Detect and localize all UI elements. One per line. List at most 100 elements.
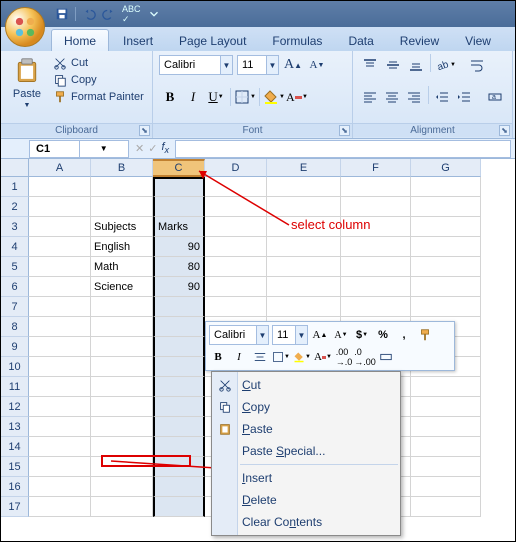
cell-A15[interactable] (29, 457, 91, 477)
col-header-D[interactable]: D (205, 159, 267, 177)
cell-G16[interactable] (411, 477, 481, 497)
align-left-button[interactable] (359, 86, 380, 108)
italic-button[interactable]: I (182, 86, 204, 108)
font-name-input[interactable] (160, 56, 220, 74)
cell-E5[interactable] (267, 257, 341, 277)
cell-C14[interactable] (153, 437, 205, 457)
tab-review[interactable]: Review (388, 30, 451, 51)
merge-center-button[interactable]: a (485, 86, 506, 108)
mini-italic[interactable]: I (230, 348, 248, 366)
row-header-4[interactable]: 4 (1, 237, 29, 257)
cell-B2[interactable] (91, 197, 153, 217)
row-header-13[interactable]: 13 (1, 417, 29, 437)
cell-B4[interactable]: English (91, 237, 153, 257)
col-header-E[interactable]: E (267, 159, 341, 177)
wrap-text-button[interactable] (466, 54, 488, 76)
cell-F4[interactable] (341, 237, 411, 257)
mini-font-color[interactable]: A▼ (314, 348, 332, 366)
mini-borders[interactable]: ▼ (272, 348, 290, 366)
cell-A1[interactable] (29, 177, 91, 197)
cell-G14[interactable] (411, 437, 481, 457)
cell-C4[interactable]: 90 (153, 237, 205, 257)
cell-B10[interactable] (91, 357, 153, 377)
cell-C13[interactable] (153, 417, 205, 437)
cut-button[interactable]: Cut (53, 56, 144, 70)
cell-B14[interactable] (91, 437, 153, 457)
mini-decrease-decimal[interactable]: .00→.0 (335, 348, 353, 366)
cell-D6[interactable] (205, 277, 267, 297)
mini-shrink-font[interactable]: A▼ (332, 326, 350, 344)
cell-C9[interactable] (153, 337, 205, 357)
col-header-B[interactable]: B (91, 159, 153, 177)
mini-align-center[interactable] (251, 348, 269, 366)
cell-B8[interactable] (91, 317, 153, 337)
borders-button[interactable]: ▼ (234, 86, 256, 108)
font-name-combo[interactable]: ▼ (159, 55, 233, 75)
chevron-down-icon[interactable]: ▼ (220, 56, 232, 74)
ctx-copy[interactable]: Copy (212, 396, 400, 418)
cell-A7[interactable] (29, 297, 91, 317)
row-header-11[interactable]: 11 (1, 377, 29, 397)
col-header-F[interactable]: F (341, 159, 411, 177)
cell-C11[interactable] (153, 377, 205, 397)
ctx-insert[interactable]: Insert (212, 467, 400, 489)
cell-A2[interactable] (29, 197, 91, 217)
cell-B17[interactable] (91, 497, 153, 517)
row-header-12[interactable]: 12 (1, 397, 29, 417)
cell-F5[interactable] (341, 257, 411, 277)
cell-A17[interactable] (29, 497, 91, 517)
mini-merge[interactable] (377, 348, 395, 366)
cell-F2[interactable] (341, 197, 411, 217)
cell-C15[interactable] (153, 457, 205, 477)
mini-size-combo[interactable]: ▼ (272, 325, 308, 345)
cell-E4[interactable] (267, 237, 341, 257)
mini-bold[interactable]: B (209, 348, 227, 366)
font-dialog-launcher[interactable]: ⬊ (339, 125, 350, 136)
row-header-1[interactable]: 1 (1, 177, 29, 197)
cell-A16[interactable] (29, 477, 91, 497)
row-header-2[interactable]: 2 (1, 197, 29, 217)
formula-input[interactable] (175, 140, 511, 158)
grow-font-button[interactable]: A▲ (283, 55, 303, 75)
align-middle-button[interactable] (382, 54, 404, 76)
cell-E6[interactable] (267, 277, 341, 297)
cell-C17[interactable] (153, 497, 205, 517)
align-top-button[interactable] (359, 54, 381, 76)
cell-A6[interactable] (29, 277, 91, 297)
tab-insert[interactable]: Insert (111, 30, 165, 51)
align-center-button[interactable] (381, 86, 402, 108)
row-header-16[interactable]: 16 (1, 477, 29, 497)
cell-C12[interactable] (153, 397, 205, 417)
save-icon[interactable] (55, 7, 69, 21)
alignment-dialog-launcher[interactable]: ⬊ (499, 125, 510, 136)
cell-A5[interactable] (29, 257, 91, 277)
cell-F6[interactable] (341, 277, 411, 297)
cell-B1[interactable] (91, 177, 153, 197)
cell-D7[interactable] (205, 297, 267, 317)
row-header-10[interactable]: 10 (1, 357, 29, 377)
cell-B6[interactable]: Science (91, 277, 153, 297)
ctx-cut[interactable]: Cut (212, 374, 400, 396)
cell-C3[interactable]: Marks (153, 217, 205, 237)
spellcheck-icon[interactable]: ABC✓ (122, 4, 141, 25)
cell-B13[interactable] (91, 417, 153, 437)
copy-button[interactable]: Copy (53, 73, 144, 87)
clipboard-dialog-launcher[interactable]: ⬊ (139, 125, 150, 136)
increase-indent-button[interactable] (454, 86, 475, 108)
enter-formula-icon[interactable]: ✓ (148, 142, 157, 155)
cell-F7[interactable] (341, 297, 411, 317)
mini-format-painter[interactable] (416, 326, 434, 344)
mini-fill-color[interactable]: ▼ (293, 348, 311, 366)
row-header-6[interactable]: 6 (1, 277, 29, 297)
cell-A12[interactable] (29, 397, 91, 417)
shrink-font-button[interactable]: A▼ (307, 55, 327, 75)
mini-percent-button[interactable]: % (374, 326, 392, 344)
row-header-8[interactable]: 8 (1, 317, 29, 337)
row-header-15[interactable]: 15 (1, 457, 29, 477)
row-header-7[interactable]: 7 (1, 297, 29, 317)
ctx-paste-special[interactable]: Paste Special... (212, 440, 400, 462)
cell-G13[interactable] (411, 417, 481, 437)
cell-G15[interactable] (411, 457, 481, 477)
tab-home[interactable]: Home (51, 29, 109, 51)
tab-data[interactable]: Data (336, 30, 385, 51)
